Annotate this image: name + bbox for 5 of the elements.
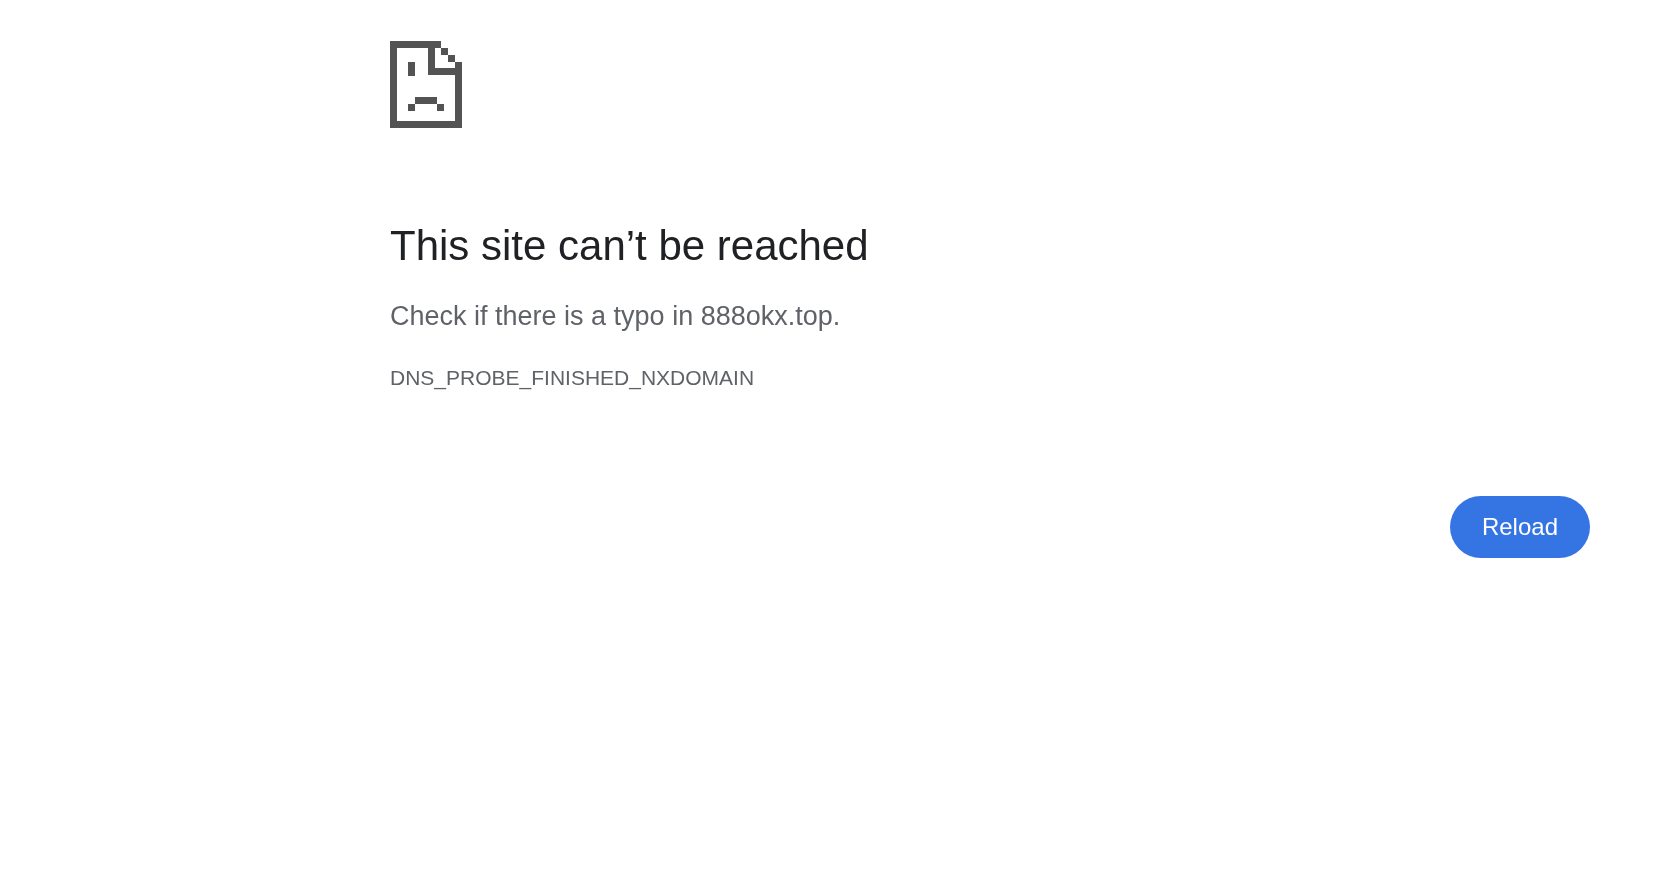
error-message: Check if there is a typo in 888okx.top. — [390, 299, 842, 333]
sad-document-icon — [390, 41, 462, 128]
error-title: This site can’t be reached — [390, 221, 870, 271]
error-code: DNS_PROBE_FINISHED_NXDOMAIN — [390, 365, 756, 390]
reload-button[interactable]: Reload — [1449, 495, 1590, 558]
